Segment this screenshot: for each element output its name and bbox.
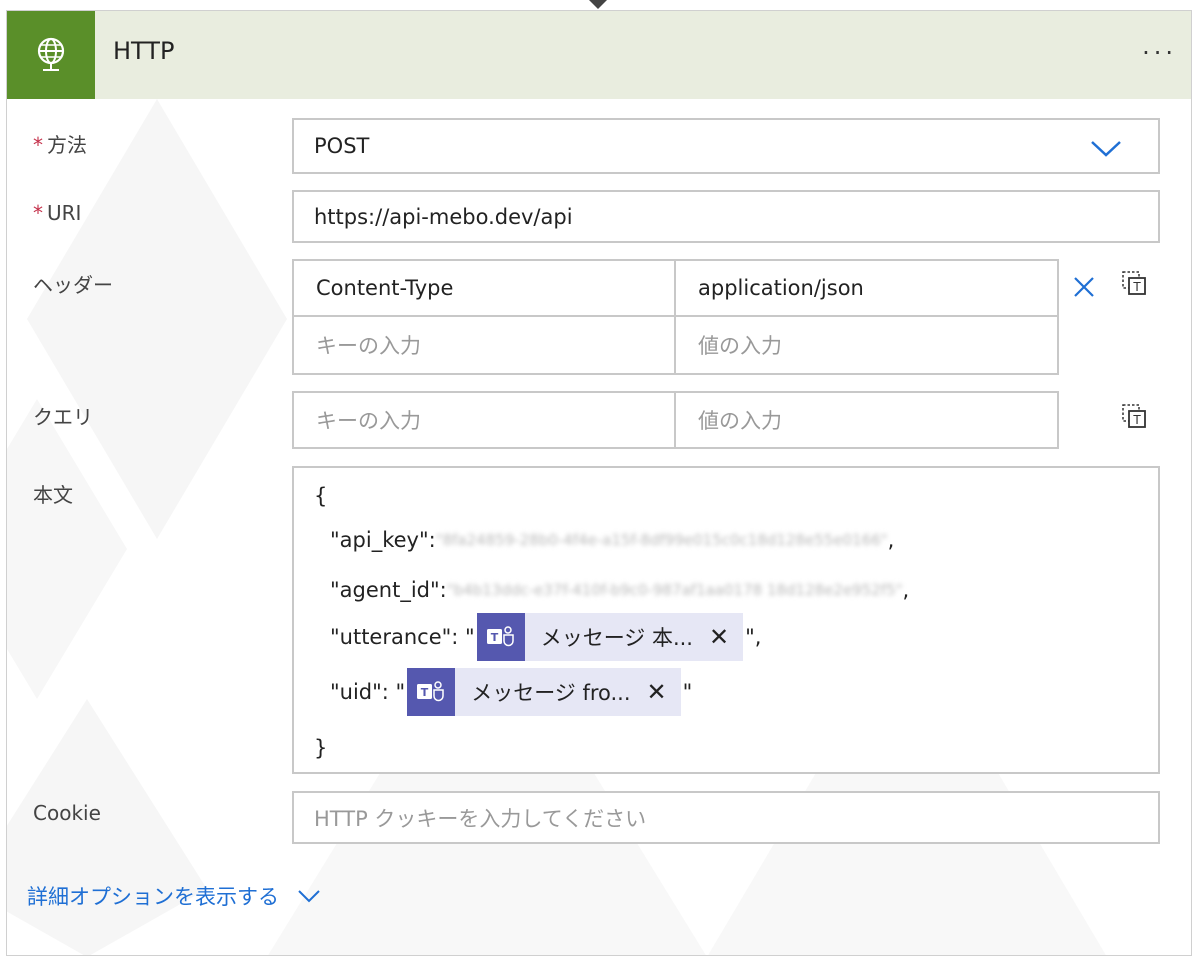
teams-icon: T [407, 668, 456, 716]
body-uid-line: "uid": " T メッセージ fro... ✕ " [330, 668, 692, 716]
method-select[interactable]: POST [292, 118, 1160, 174]
uri-input[interactable]: https://api-mebo.dev/api [292, 190, 1160, 243]
body-close-brace: } [314, 736, 328, 760]
globe-icon [7, 11, 95, 99]
action-title: HTTP [113, 37, 175, 65]
teams-icon: T [476, 613, 525, 661]
method-value: POST [314, 134, 370, 158]
header-value-input[interactable]: application/json [674, 259, 1059, 317]
uri-label: * URI [33, 201, 82, 225]
query-key-input[interactable]: キーの入力 [292, 391, 676, 449]
header-key-empty-input[interactable]: キーの入力 [292, 315, 676, 375]
remove-token-icon[interactable]: ✕ [647, 678, 681, 706]
required-mark: * [33, 201, 43, 225]
chevron-down-icon [1091, 141, 1121, 157]
agent-id-value-redacted: "b4b13ddc-e37f-410f-b9c0-987af1aa0178 18… [446, 581, 903, 599]
body-api-key-line: "api_key": "8fa24859-28b0-4f4e-a15f-8df9… [330, 528, 895, 552]
switch-to-text-mode-icon[interactable]: T [1120, 402, 1148, 430]
svg-text:T: T [1132, 280, 1141, 294]
api-key-value-redacted: "8fa24859-28b0-4f4e-a15f-8df99e015c0c18d… [435, 531, 888, 549]
cookie-input[interactable]: HTTP クッキーを入力してください [292, 791, 1160, 844]
chevron-down-icon [298, 890, 320, 903]
action-header[interactable]: HTTP ··· [7, 11, 1191, 99]
body-label: 本文 [33, 483, 73, 507]
remove-token-icon[interactable]: ✕ [709, 623, 743, 651]
http-action-card: HTTP ··· * 方法 POST * URI https://api-mebo.… [6, 10, 1192, 956]
queries-label: クエリ [33, 405, 93, 429]
body-utterance-line: "utterance": " T メッセージ 本... ✕ ", [330, 613, 761, 661]
svg-text:T: T [490, 631, 498, 644]
uri-value: https://api-mebo.dev/api [314, 204, 573, 229]
body-agent-id-line: "agent_id": "b4b13ddc-e37f-410f-b9c0-987… [330, 578, 910, 602]
svg-text:T: T [421, 686, 429, 699]
required-mark: * [33, 133, 43, 157]
show-advanced-options-link[interactable]: 詳細オプションを表示する [27, 881, 321, 911]
dynamic-content-token[interactable]: T メッセージ 本... ✕ [476, 613, 744, 661]
headers-label: ヘッダー [33, 273, 113, 297]
dynamic-content-token[interactable]: T メッセージ fro... ✕ [407, 668, 681, 716]
cookie-label: Cookie [33, 801, 101, 825]
header-key-input[interactable]: Content-Type [292, 259, 676, 317]
svg-text:T: T [1132, 413, 1141, 427]
header-value-empty-input[interactable]: 値の入力 [674, 315, 1059, 375]
connector-arrow [589, 0, 607, 9]
more-options-icon[interactable]: ··· [1142, 39, 1177, 67]
body-open-brace: { [314, 484, 328, 508]
method-label: * 方法 [33, 133, 87, 157]
body-editor[interactable]: { "api_key": "8fa24859-28b0-4f4e-a15f-8d… [292, 466, 1160, 774]
query-value-input[interactable]: 値の入力 [674, 391, 1059, 449]
switch-to-text-mode-icon[interactable]: T [1120, 269, 1148, 297]
delete-row-icon[interactable] [1072, 275, 1096, 299]
